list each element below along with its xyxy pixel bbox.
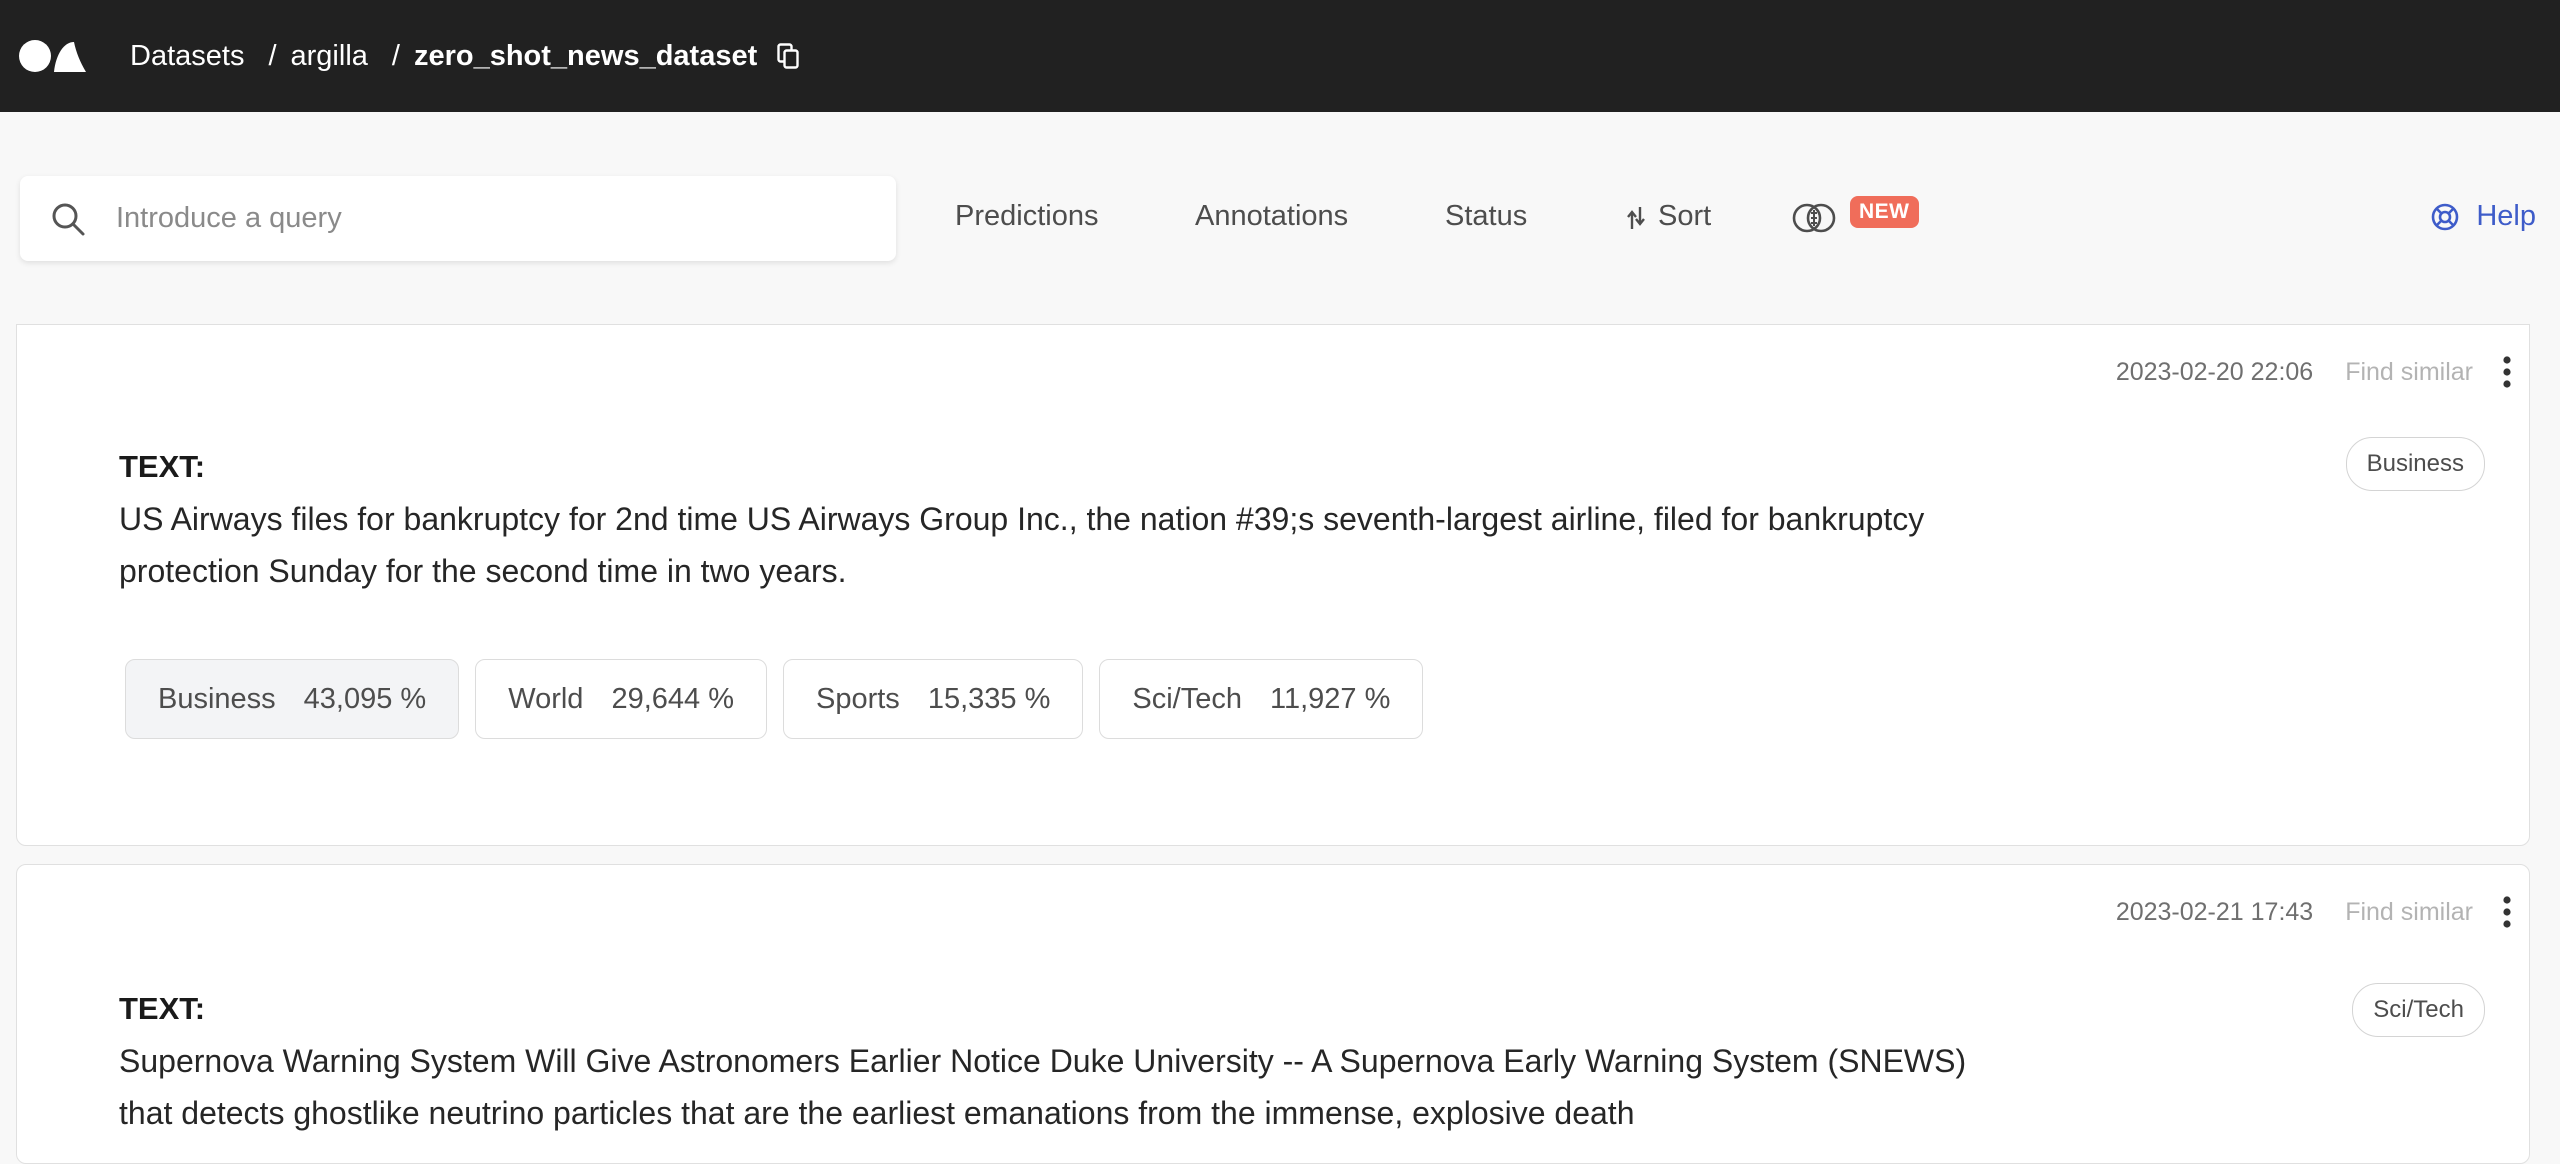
annotations-filter-label: Annotations	[1195, 200, 1349, 232]
search-box[interactable]	[20, 176, 896, 261]
filter-bar: Predictions Annotations Status Sort	[0, 112, 2560, 324]
breadcrumb-workspace[interactable]: argilla	[291, 40, 368, 73]
prediction-chip-business[interactable]: Business 43,095 %	[125, 659, 460, 739]
more-options-icon[interactable]	[2501, 895, 2513, 929]
prediction-score: 29,644 %	[611, 682, 734, 715]
breadcrumb-datasets[interactable]: Datasets	[130, 40, 244, 73]
breadcrumb-separator: /	[391, 39, 400, 72]
new-badge: NEW	[1850, 196, 1919, 228]
record-text: Supernova Warning System Will Give Astro…	[119, 1043, 1967, 1131]
help-link[interactable]: Help	[2430, 200, 2536, 233]
prediction-list: Business 43,095 % World 29,644 % Sports …	[125, 659, 1439, 739]
record-text: US Airways files for bankruptcy for 2nd …	[119, 501, 1925, 589]
record-date: 2023-02-20 22:06	[2115, 357, 2314, 386]
prediction-label: World	[508, 682, 584, 715]
predictions-filter-label: Predictions	[955, 200, 1099, 232]
sort-button[interactable]: Sort	[1626, 200, 1711, 233]
argilla-logo-icon[interactable]	[18, 38, 86, 74]
help-label: Help	[2476, 200, 2536, 232]
breadcrumb: Datasets / argilla / zero_shot_news_data…	[130, 40, 799, 73]
record-meta: 2023-02-21 17:43 Find similar	[2116, 895, 2513, 929]
copy-icon[interactable]	[777, 43, 799, 69]
top-bar: Datasets / argilla / zero_shot_news_data…	[0, 0, 2560, 112]
sort-icon	[1627, 206, 1645, 229]
sort-label: Sort	[1658, 200, 1712, 232]
status-filter-label: Status	[1445, 200, 1528, 232]
field-title: TEXT:	[119, 449, 206, 484]
search-icon	[52, 203, 85, 235]
prediction-chip-scitech[interactable]: Sci/Tech 11,927 %	[1099, 659, 1424, 739]
field-title: TEXT:	[119, 991, 206, 1026]
prediction-score: 15,335 %	[927, 682, 1051, 715]
annotations-filter[interactable]: Annotations	[1195, 200, 1348, 233]
find-similar-button[interactable]: Find similar	[2345, 898, 2473, 927]
prediction-label: Sci/Tech	[1132, 682, 1242, 715]
breadcrumb-separator: /	[268, 39, 277, 72]
similarity-icon	[1792, 203, 1836, 233]
status-filter[interactable]: Status	[1445, 200, 1527, 233]
prediction-label: Business	[158, 682, 276, 715]
prediction-chip-sports[interactable]: Sports 15,335 %	[782, 659, 1084, 739]
prediction-score: 43,095 %	[303, 682, 427, 715]
search-input[interactable]	[116, 202, 876, 235]
more-options-icon[interactable]	[2501, 355, 2513, 389]
predictions-filter[interactable]: Predictions	[955, 200, 1098, 233]
record-card: 2023-02-21 17:43 Find similar Sci/Tech T…	[16, 864, 2530, 1164]
record-card: 2023-02-20 22:06 Find similar Business T…	[16, 324, 2530, 846]
prediction-score: 11,927 %	[1269, 682, 1391, 715]
annotation-tag: Sci/Tech	[2352, 983, 2485, 1037]
annotation-tag: Business	[2345, 437, 2485, 491]
find-similar-button[interactable]: Find similar	[2345, 358, 2473, 387]
similarity-filter[interactable]	[1790, 202, 1838, 234]
breadcrumb-dataset: zero_shot_news_dataset	[413, 39, 758, 72]
prediction-label: Sports	[815, 682, 900, 715]
record-date: 2023-02-21 17:43	[2115, 897, 2314, 926]
prediction-chip-world[interactable]: World 29,644 %	[475, 659, 767, 739]
help-lifebuoy-icon	[2432, 203, 2459, 230]
record-meta: 2023-02-20 22:06 Find similar	[2116, 355, 2513, 389]
